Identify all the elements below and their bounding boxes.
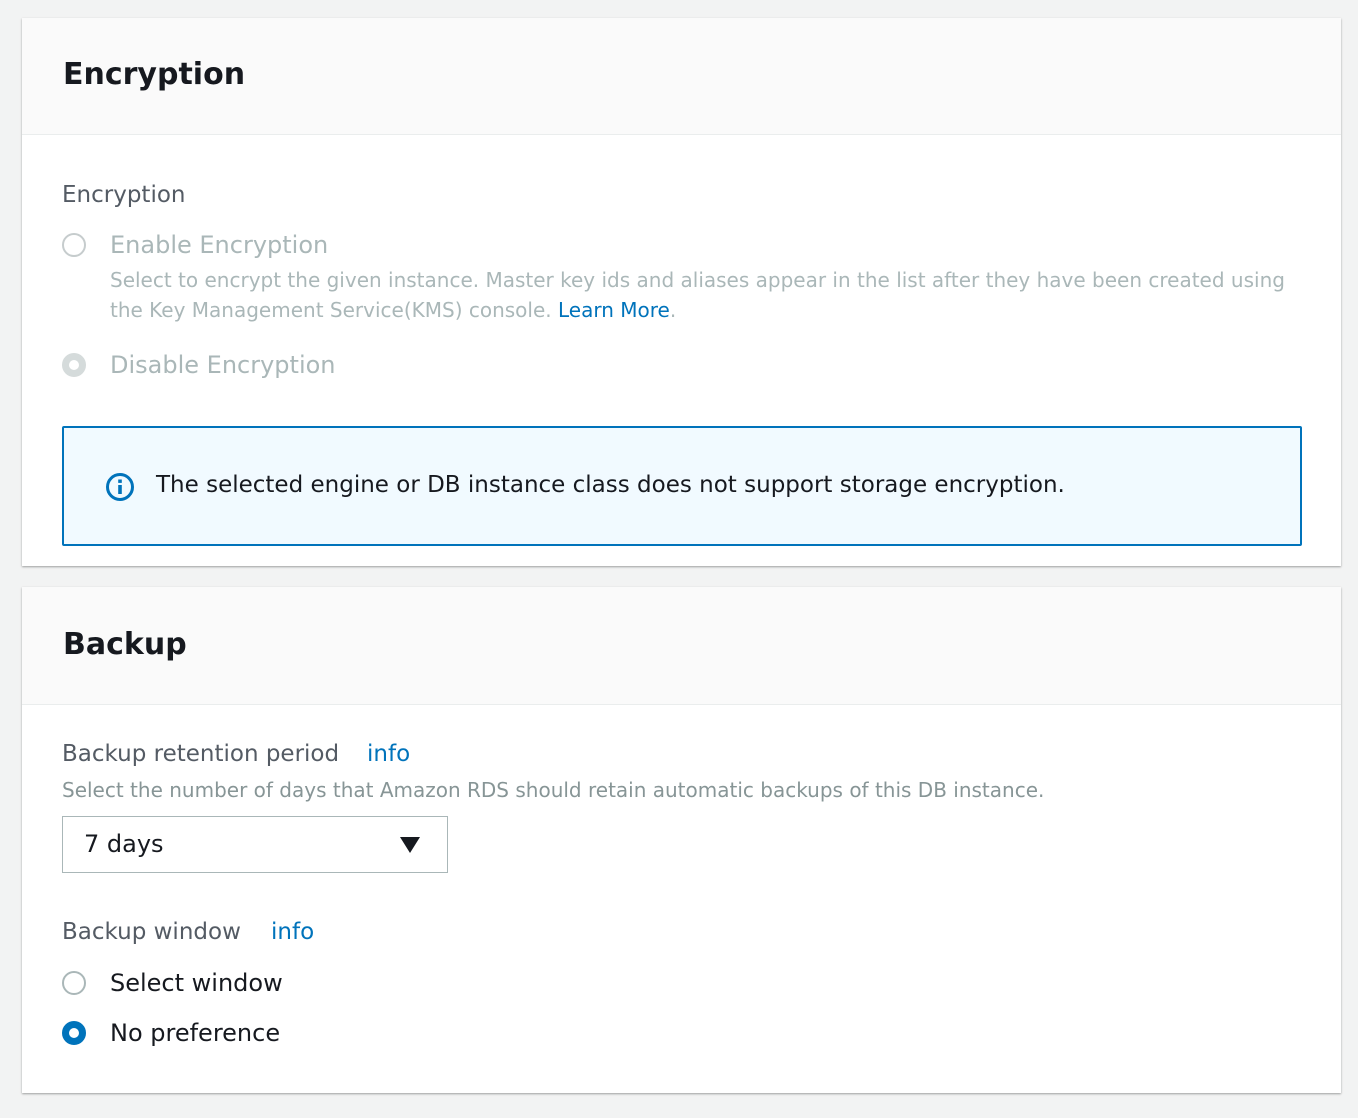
select-window-label: Select window <box>110 969 283 997</box>
backup-window-info-link[interactable]: info <box>271 917 314 947</box>
caret-down-icon <box>400 837 420 853</box>
enable-encryption-description-text: Select to encrypt the given instance. Ma… <box>110 268 1285 322</box>
enable-encryption-radio[interactable] <box>62 233 86 257</box>
backup-window-label: Backup window <box>62 919 241 945</box>
encryption-unsupported-alert: The selected engine or DB instance class… <box>62 426 1302 546</box>
enable-encryption-description: Select to encrypt the given instance. Ma… <box>110 265 1300 325</box>
info-circle-icon <box>106 473 134 501</box>
backup-retention-selected-value: 7 days <box>84 830 164 858</box>
encryption-field-label: Encryption <box>62 182 186 208</box>
enable-encryption-label: Enable Encryption <box>110 231 329 259</box>
backup-retention-select[interactable]: 7 days <box>62 816 448 873</box>
encryption-panel-header: Encryption <box>22 18 1341 135</box>
backup-panel: Backup Backup retention period info Sele… <box>22 587 1341 1093</box>
enable-encryption-option[interactable]: Enable Encryption Select to encrypt the … <box>62 231 1302 333</box>
select-window-option[interactable]: Select window <box>62 969 462 1001</box>
description-suffix: . <box>669 298 677 322</box>
backup-panel-header: Backup <box>22 587 1341 705</box>
alert-message: The selected engine or DB instance class… <box>156 472 1065 498</box>
learn-more-link[interactable]: Learn More <box>558 298 670 322</box>
backup-panel-title: Backup <box>63 627 187 662</box>
no-preference-radio[interactable] <box>62 1021 86 1045</box>
no-preference-label: No preference <box>110 1019 281 1047</box>
disable-encryption-option[interactable]: Disable Encryption <box>62 351 462 383</box>
encryption-panel: Encryption Encryption Enable Encryption … <box>22 18 1341 566</box>
select-window-radio[interactable] <box>62 971 86 995</box>
backup-retention-description: Select the number of days that Amazon RD… <box>62 778 1045 802</box>
disable-encryption-radio[interactable] <box>62 353 86 377</box>
no-preference-option[interactable]: No preference <box>62 1019 462 1051</box>
backup-retention-label: Backup retention period <box>62 741 340 767</box>
disable-encryption-label: Disable Encryption <box>110 351 336 379</box>
backup-retention-info-link[interactable]: info <box>367 739 410 769</box>
encryption-panel-title: Encryption <box>63 57 246 92</box>
